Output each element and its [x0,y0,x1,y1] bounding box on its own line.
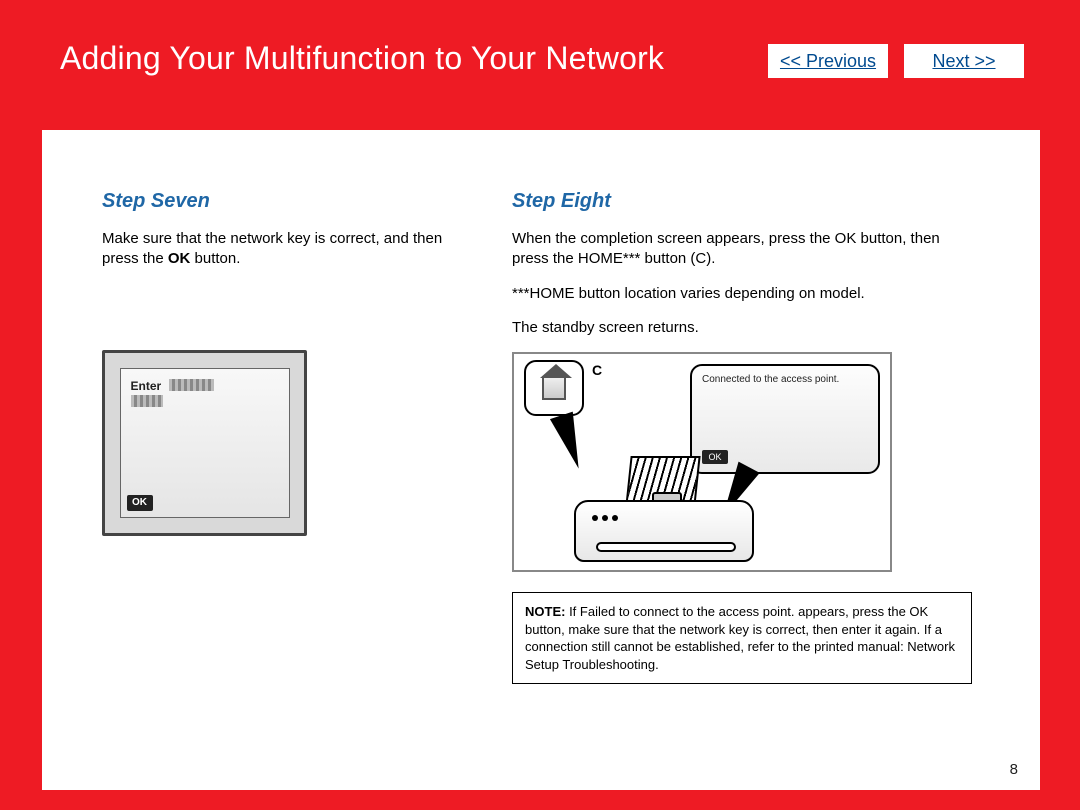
step-seven-title: Step Seven [102,190,452,213]
step-eight-text-3: The standby screen returns. [512,318,972,338]
step-eight-column: Step Eight When the completion screen ap… [512,190,972,684]
step-eight-text-2: ***HOME button location varies depending… [512,284,972,304]
lcd-enter-label: Enter [131,379,162,393]
step-seven-text: Make sure that the network key is correc… [102,229,452,270]
lcd-screen: Enter OK [120,368,290,518]
text: button. [190,250,240,267]
content: Step Seven Make sure that the network ke… [42,130,1040,790]
nav-previous-button[interactable]: << Previous [768,44,888,78]
step-eight-title: Step Eight [512,190,972,213]
note-box: NOTE: If Failed to connect to the access… [512,592,972,684]
note-bold-label: NOTE: [525,604,565,619]
printer-body-icon [574,500,754,562]
lcd-ok-button-icon: OK [127,495,153,511]
lcd-masked-text-icon [131,395,163,407]
callout-home-button [524,360,584,416]
nav-next-button[interactable]: Next >> [904,44,1024,78]
page: Adding Your Multifunction to Your Networ… [42,20,1040,790]
callout-c-label: C [592,362,602,378]
printer-diagram: C Connected to the access point. OK [512,352,892,572]
page-header: Adding Your Multifunction to Your Networ… [42,20,1040,130]
lcd-illustration: Enter OK [102,350,307,536]
step-eight-text-1: When the completion screen appears, pres… [512,229,972,270]
printer-buttons-icon [592,508,622,526]
note-text: If Failed to connect to the access point… [525,604,955,672]
printer-slot-icon [596,542,736,552]
callout-connected-text: Connected to the access point. [702,374,839,385]
page-number: 8 [1010,761,1018,778]
text-bold: OK [168,250,191,267]
page-title: Adding Your Multifunction to Your Networ… [60,40,664,77]
printer-icon [574,462,754,562]
text: Make sure that the network key is correc… [102,230,442,267]
home-icon [542,376,566,400]
step-seven-column: Step Seven Make sure that the network ke… [102,190,452,684]
callout-connected-screen: Connected to the access point. OK [690,364,880,474]
lcd-masked-text-icon [169,379,214,391]
